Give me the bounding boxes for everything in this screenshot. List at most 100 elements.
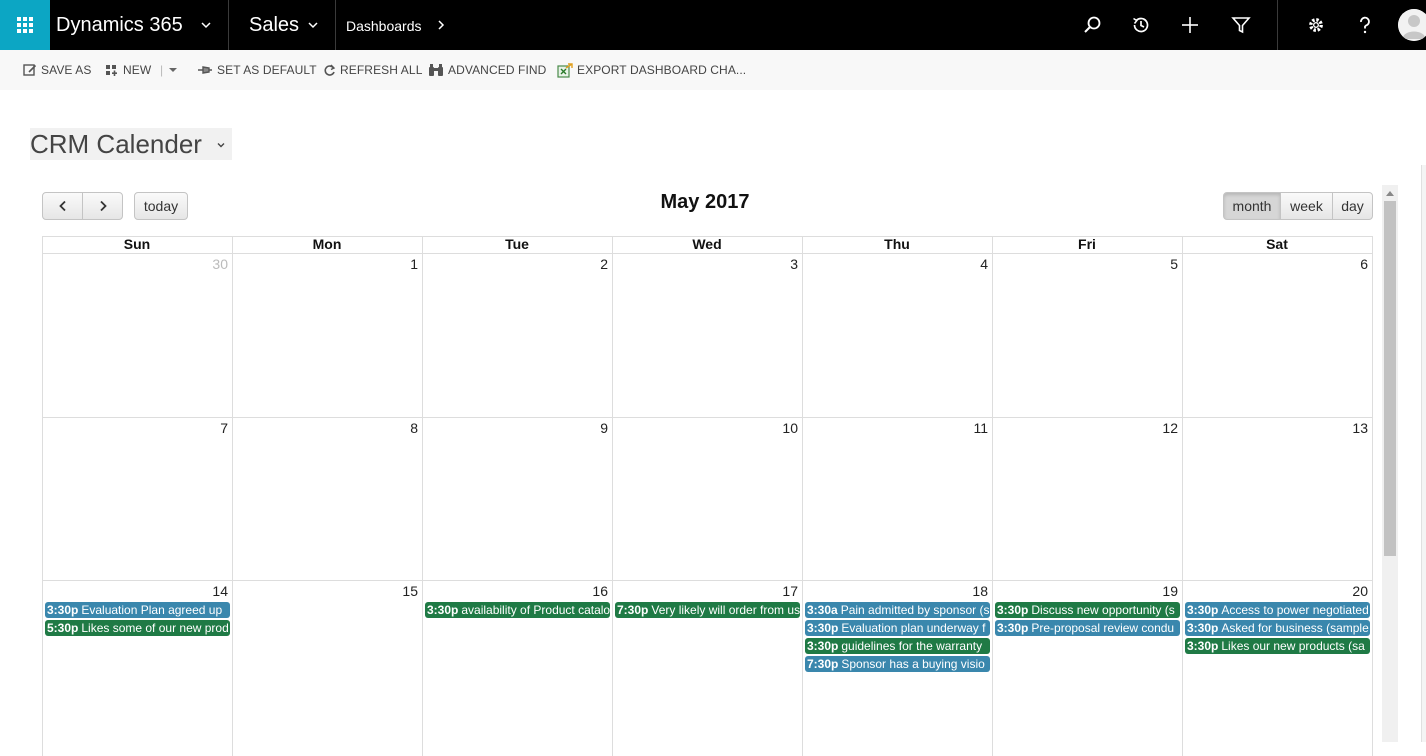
day-cell[interactable]: 13	[1182, 417, 1372, 580]
calendar-event[interactable]: 3:30p availability of Product catalo	[425, 602, 610, 618]
day-number[interactable]: 30	[212, 256, 228, 272]
month-view-button[interactable]: month	[1223, 192, 1281, 220]
filter-icon[interactable]	[1229, 13, 1253, 37]
day-number[interactable]: 2	[600, 256, 608, 272]
day-cell[interactable]: 3	[612, 253, 802, 416]
breadcrumb-dashboards[interactable]: Dashboards	[346, 0, 422, 50]
day-cell[interactable]: 10	[612, 417, 802, 580]
month-grid: Sun Mon Tue Wed Thu Fri Sat 30 1 2 3 4 5 6 7 8 9 10 11 12 13…	[42, 236, 1373, 756]
calendar-event[interactable]: 3:30p Evaluation plan underway f	[805, 620, 990, 636]
day-cell[interactable]: 30	[42, 253, 232, 416]
chevron-down-icon[interactable]	[200, 19, 212, 31]
next-month-button[interactable]	[82, 192, 123, 220]
app-switcher[interactable]: Sales	[249, 0, 299, 50]
pin-icon	[198, 66, 212, 74]
refresh-icon	[324, 64, 336, 76]
export-excel-icon	[557, 62, 573, 78]
day-number[interactable]: 10	[782, 420, 798, 436]
day-number[interactable]: 12	[1162, 420, 1178, 436]
recent-history-icon[interactable]	[1129, 13, 1153, 37]
prev-month-button[interactable]	[42, 192, 83, 220]
calendar-event[interactable]: 3:30p Asked for business (sample	[1185, 620, 1370, 636]
day-cell[interactable]: 9	[422, 417, 612, 580]
brand-title[interactable]: Dynamics 365	[56, 0, 183, 50]
chevron-down-icon[interactable]	[307, 19, 319, 31]
day-cell[interactable]: 2	[422, 253, 612, 416]
day-cell[interactable]: 11	[802, 417, 992, 580]
save-as-button[interactable]: SAVE AS	[23, 50, 92, 90]
day-number[interactable]: 6	[1360, 256, 1368, 272]
search-icon[interactable]	[1080, 13, 1104, 37]
help-icon[interactable]	[1353, 13, 1377, 37]
day-number[interactable]: 9	[600, 420, 608, 436]
calendar-event[interactable]: 7:30p Sponsor has a buying visio	[805, 656, 990, 672]
day-number[interactable]: 7	[220, 420, 228, 436]
day-number[interactable]: 13	[1352, 420, 1368, 436]
day-number[interactable]: 5	[1170, 256, 1178, 272]
day-number[interactable]: 15	[402, 583, 418, 599]
scrollbar-thumb[interactable]	[1384, 201, 1396, 556]
advanced-find-button[interactable]: ADVANCED FIND	[428, 50, 546, 90]
export-dashboard-button[interactable]: EXPORT DASHBOARD CHA...	[557, 50, 746, 90]
calendar-event[interactable]: 3:30p Pre-proposal review condu	[995, 620, 1180, 636]
day-cell[interactable]: 5	[992, 253, 1182, 416]
event-time: 3:30p	[997, 603, 1029, 617]
day-number[interactable]: 1	[410, 256, 418, 272]
day-number[interactable]: 18	[972, 583, 988, 599]
event-title: Evaluation plan underway f	[841, 621, 986, 635]
set-as-default-button[interactable]: SET AS DEFAULT	[197, 50, 317, 90]
day-number[interactable]: 3	[790, 256, 798, 272]
calendar-event[interactable]: 5:30p Likes some of our new prod	[45, 620, 230, 636]
day-number[interactable]: 8	[410, 420, 418, 436]
event-title: Sponsor has a buying visio	[841, 657, 985, 671]
calendar-event[interactable]: 7:30p Very likely will order from us	[615, 602, 800, 618]
calendar-event[interactable]: 3:30p Discuss new opportunity (s	[995, 602, 1180, 618]
save-as-label: SAVE AS	[41, 63, 92, 77]
create-new-icon[interactable]	[1178, 13, 1202, 37]
day-cell[interactable]: 4	[802, 253, 992, 416]
gear-icon[interactable]	[1304, 13, 1328, 37]
day-cell[interactable]: 8	[232, 417, 422, 580]
new-dropdown-button[interactable]	[168, 50, 182, 90]
advanced-find-label: ADVANCED FIND	[448, 63, 547, 77]
day-cell[interactable]: 15	[232, 580, 422, 743]
calendar-title: May 2017	[660, 191, 750, 213]
app-launcher-button[interactable]	[0, 0, 50, 50]
user-avatar[interactable]	[1398, 9, 1426, 41]
calendar-event[interactable]: 3:30p Evaluation Plan agreed up	[45, 602, 230, 618]
chevron-right-icon[interactable]	[435, 19, 447, 31]
event-title: Likes some of our new prod	[81, 621, 229, 635]
calendar-event[interactable]: 3:30p Access to power negotiated	[1185, 602, 1370, 618]
day-number[interactable]: 17	[782, 583, 798, 599]
day-number[interactable]: 4	[980, 256, 988, 272]
event-title: Pain admitted by sponsor (s	[840, 603, 990, 617]
day-number[interactable]: 16	[592, 583, 608, 599]
day-number[interactable]: 19	[1162, 583, 1178, 599]
calendar-event[interactable]: 3:30p guidelines for the warranty	[805, 638, 990, 654]
day-number[interactable]: 11	[973, 420, 988, 436]
day-cell[interactable]: 1	[232, 253, 422, 416]
new-button[interactable]: NEW	[105, 50, 151, 90]
event-time: 7:30p	[807, 657, 839, 671]
refresh-all-button[interactable]: REFRESH ALL	[323, 50, 422, 90]
export-dashboard-label: EXPORT DASHBOARD CHA...	[577, 63, 747, 77]
day-cell[interactable]: 7	[42, 417, 232, 580]
page-right-edge	[1421, 165, 1426, 742]
day-cell[interactable]: 12	[992, 417, 1182, 580]
weekday-header: Thu	[884, 236, 910, 252]
calendar-event[interactable]: 3:30a Pain admitted by sponsor (s	[805, 602, 990, 618]
chevron-down-icon	[217, 143, 225, 148]
event-time: 5:30p	[47, 621, 79, 635]
day-cell[interactable]: 6	[1182, 253, 1372, 416]
day-number[interactable]: 20	[1352, 583, 1368, 599]
calendar-event[interactable]: 3:30p Likes our new products (sa	[1185, 638, 1370, 654]
today-button[interactable]: today	[134, 192, 188, 220]
weekday-header: Wed	[692, 236, 722, 252]
dashboard-selector[interactable]: CRM Calender	[30, 128, 232, 160]
event-time: 7:30p	[617, 603, 649, 617]
day-number[interactable]: 14	[212, 583, 228, 599]
event-time: 3:30p	[427, 603, 459, 617]
scroll-up-button[interactable]	[1382, 185, 1398, 201]
week-view-button[interactable]: week	[1280, 192, 1333, 220]
day-view-button[interactable]: day	[1332, 192, 1373, 220]
